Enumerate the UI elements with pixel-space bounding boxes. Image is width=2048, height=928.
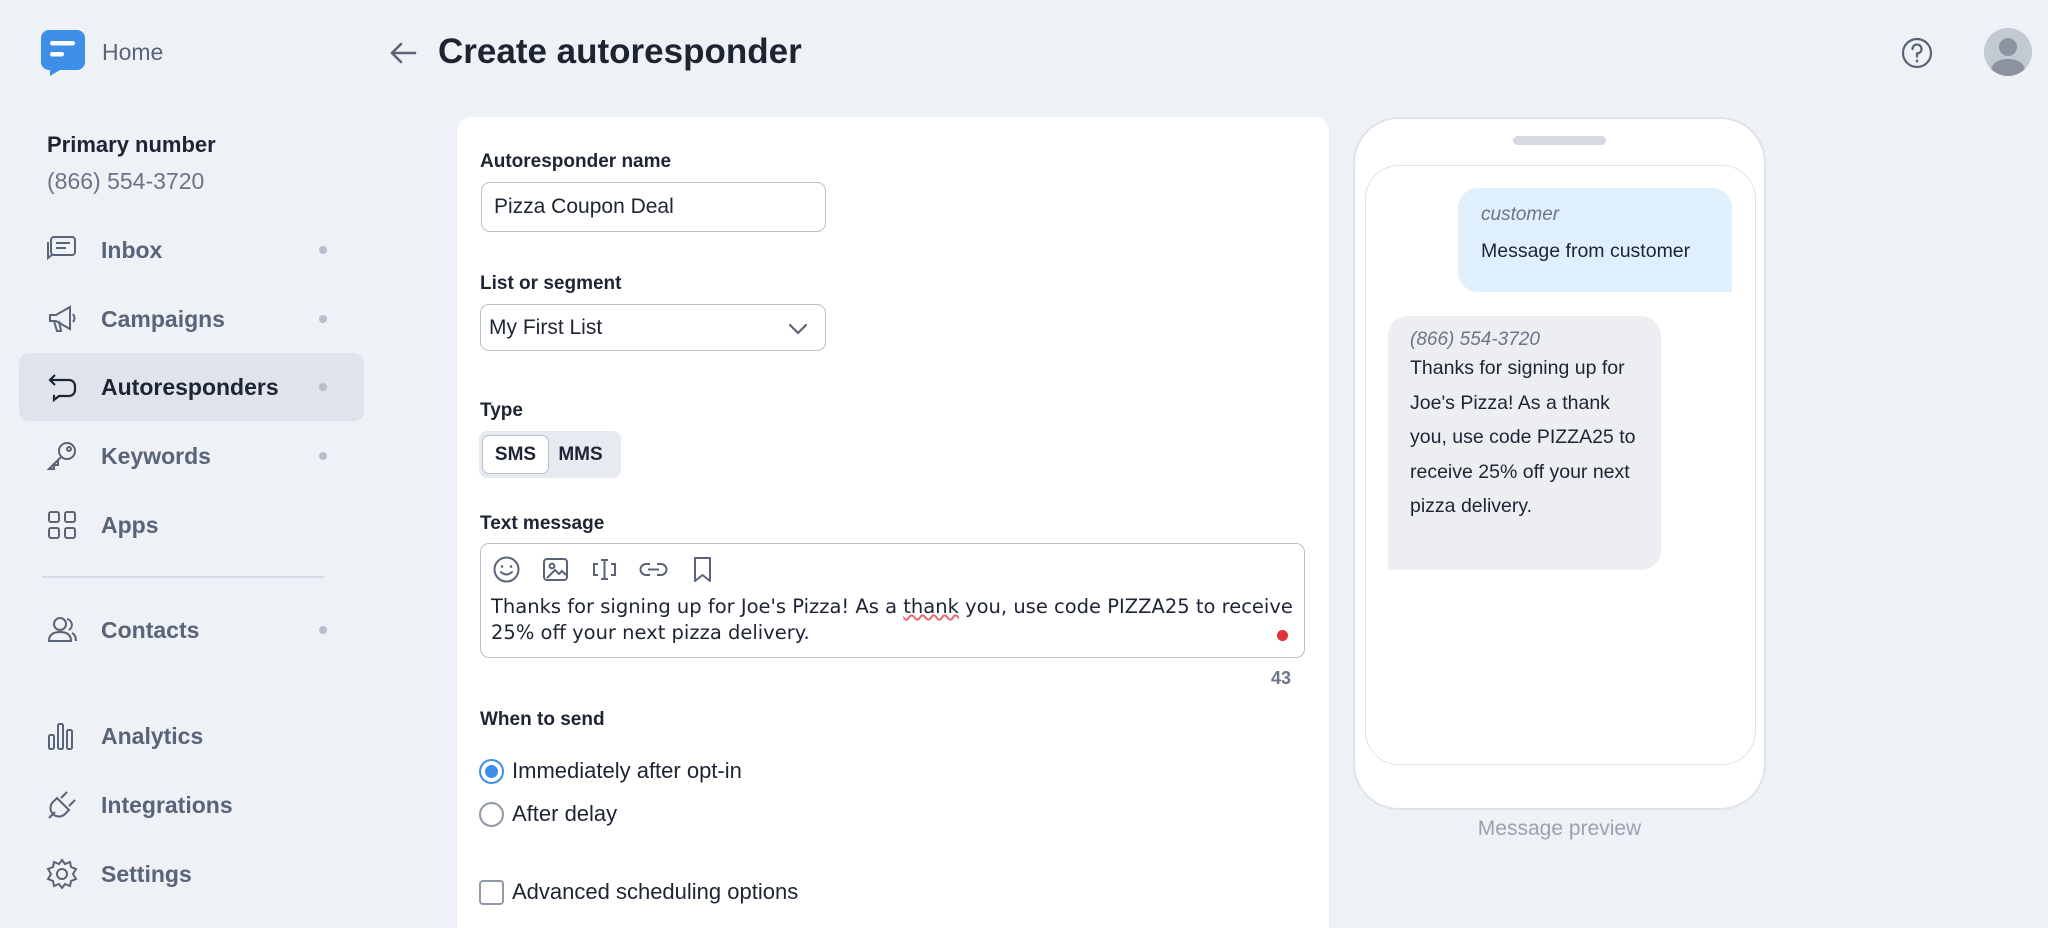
list-label: List or segment <box>480 273 622 294</box>
sidebar-item-label: Settings <box>101 860 192 887</box>
sidebar-item-campaigns[interactable]: Campaigns <box>19 285 364 353</box>
avatar[interactable] <box>1984 28 2032 76</box>
sidebar-item-settings[interactable]: Settings <box>19 840 364 908</box>
type-label: Type <box>480 400 523 421</box>
status-dot <box>319 452 327 460</box>
page-title: Create autoresponder <box>438 32 802 71</box>
incoming-text: Message from customer <box>1481 240 1691 262</box>
sidebar-item-autoresponders[interactable]: Autoresponders <box>19 353 364 421</box>
apps-grid-icon <box>48 511 76 539</box>
sidebar-item-label: Campaigns <box>101 305 225 332</box>
emoji-icon[interactable] <box>491 554 522 585</box>
status-dot <box>319 626 327 634</box>
sidebar-divider <box>42 576 324 578</box>
text-message-editor[interactable]: Thanks for signing up for Joe's Pizza! A… <box>480 543 1305 658</box>
sidebar-item-integrations[interactable]: Integrations <box>19 771 364 839</box>
sidebar-item-inbox[interactable]: Inbox <box>19 216 364 284</box>
plug-icon <box>48 791 76 819</box>
outgoing-message-bubble: (866) 554-3720 Thanks for signing up for… <box>1388 316 1661 570</box>
type-mms-button[interactable]: MMS <box>549 435 612 474</box>
when-to-send-label: When to send <box>480 709 605 730</box>
sidebar: Home Primary number (866) 554-3720 Inbox… <box>0 0 380 928</box>
sidebar-item-label: Integrations <box>101 791 233 818</box>
text-message-label: Text message <box>480 513 605 534</box>
sidebar-item-label: Apps <box>101 511 159 538</box>
type-toggle: SMS MMS <box>479 431 621 478</box>
radio-after-delay[interactable]: After delay <box>479 801 617 827</box>
merge-field-icon[interactable] <box>589 554 620 585</box>
message-text-part: Thanks for signing up for Joe's Pizza! A… <box>491 595 904 618</box>
inbox-icon <box>47 236 76 261</box>
message-preview-caption: Message preview <box>1477 817 1642 840</box>
radio-button[interactable] <box>479 801 504 827</box>
list-segment-value: My First List <box>489 315 603 339</box>
megaphone-icon <box>49 305 76 332</box>
type-sms-button[interactable]: SMS <box>482 435 549 474</box>
autoresponder-name-input[interactable] <box>481 182 826 232</box>
character-counter: 43 <box>1271 668 1292 688</box>
message-text[interactable]: Thanks for signing up for Joe's Pizza! A… <box>491 594 1296 646</box>
sidebar-item-label: Inbox <box>101 236 163 263</box>
primary-number-value: (866) 554-3720 <box>47 168 205 194</box>
radio-immediately[interactable]: Immediately after opt-in <box>479 758 742 784</box>
link-icon[interactable] <box>638 554 669 585</box>
home-link[interactable]: Home <box>40 28 163 76</box>
checkbox-label: Advanced scheduling options <box>512 879 799 904</box>
editor-toolbar <box>491 554 718 585</box>
list-segment-select[interactable]: My First List <box>480 304 826 351</box>
incoming-sender: customer <box>1481 204 1560 225</box>
misspelled-word: thank <box>903 595 959 618</box>
sidebar-item-analytics[interactable]: Analytics <box>19 702 364 770</box>
sidebar-item-label: Autoresponders <box>101 373 279 400</box>
radio-label: After delay <box>512 801 618 826</box>
help-icon[interactable] <box>1900 36 1934 70</box>
primary-number-title: Primary number <box>47 132 216 157</box>
gear-icon <box>46 858 78 890</box>
back-arrow-icon[interactable] <box>386 36 420 70</box>
autoresponder-form-card: Autoresponder name List or segment My Fi… <box>457 117 1329 928</box>
sidebar-item-keywords[interactable]: Keywords <box>19 422 364 490</box>
radio-button-checked[interactable] <box>479 758 504 784</box>
name-label: Autoresponder name <box>480 151 672 172</box>
autoresponder-icon <box>48 374 77 403</box>
phone-screen: customer Message from customer (866) 554… <box>1365 165 1756 765</box>
primary-number-block: Primary number (866) 554-3720 <box>47 132 216 195</box>
error-indicator <box>1277 630 1288 641</box>
bar-chart-icon <box>48 723 73 750</box>
advanced-scheduling-checkbox-row[interactable]: Advanced scheduling options <box>479 879 798 905</box>
sidebar-item-contacts[interactable]: Contacts <box>19 596 364 664</box>
contacts-icon <box>47 617 77 642</box>
advanced-scheduling-checkbox[interactable] <box>479 879 504 905</box>
user-avatar-icon <box>1984 28 2032 76</box>
key-icon <box>46 442 76 470</box>
outgoing-text: Thanks for signing up for Joe's Pizza! A… <box>1410 357 1636 517</box>
bookmark-icon[interactable] <box>687 554 718 585</box>
home-label: Home <box>102 38 164 65</box>
status-dot <box>319 246 327 254</box>
sidebar-item-label: Contacts <box>101 616 200 643</box>
phone-preview: customer Message from customer (866) 554… <box>1353 117 1766 810</box>
status-dot <box>319 315 327 323</box>
incoming-message-bubble: customer Message from customer <box>1458 188 1732 292</box>
sidebar-item-label: Analytics <box>101 722 204 749</box>
sidebar-item-label: Keywords <box>101 442 211 469</box>
app-logo-icon <box>41 30 85 76</box>
status-dot <box>319 383 327 391</box>
radio-label: Immediately after opt-in <box>512 758 742 783</box>
chevron-down-icon <box>788 323 808 335</box>
image-icon[interactable] <box>540 554 571 585</box>
sidebar-item-apps[interactable]: Apps <box>19 491 364 559</box>
outgoing-sender: (866) 554-3720 <box>1410 329 1540 350</box>
phone-speaker <box>1513 136 1606 145</box>
